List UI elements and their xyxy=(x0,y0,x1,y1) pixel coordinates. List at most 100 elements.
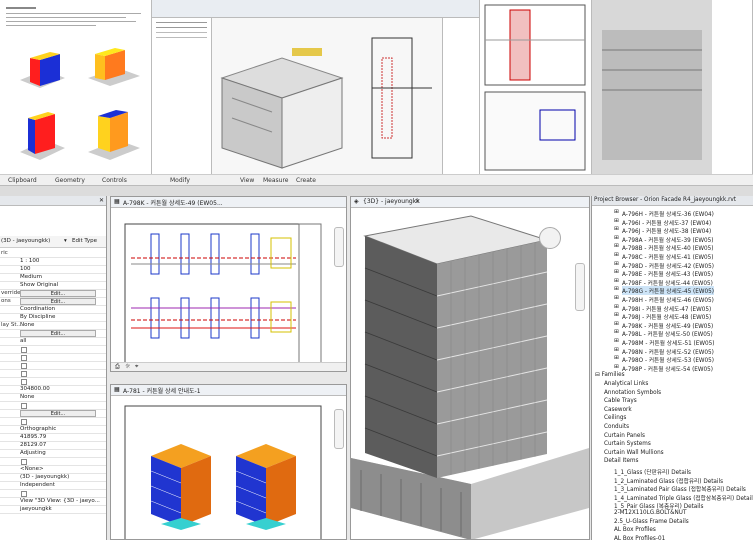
property-value[interactable]: By Discipline xyxy=(20,314,55,320)
expand-icon[interactable]: ⊞ xyxy=(614,338,619,344)
ribbon-controls[interactable]: Controls xyxy=(102,177,127,184)
property-value[interactable]: all xyxy=(20,338,26,344)
browser-sheet-item[interactable]: A-798P - 커튼월 상세도-54 (EW05) xyxy=(622,364,713,373)
property-value[interactable]: 100 xyxy=(20,266,31,272)
property-value[interactable]: <None> xyxy=(20,466,44,472)
collapse-icon[interactable]: ⊟ xyxy=(595,372,600,378)
property-row[interactable]: Edit... xyxy=(0,410,106,418)
property-row[interactable]: jaeyoungkk xyxy=(0,506,106,514)
property-row[interactable] xyxy=(0,418,106,426)
edit-button[interactable]: Edit... xyxy=(20,298,96,305)
property-row[interactable] xyxy=(0,362,106,370)
expand-icon[interactable]: ⊞ xyxy=(614,218,619,224)
checkbox[interactable] xyxy=(21,355,27,361)
property-value[interactable]: None xyxy=(20,394,34,400)
expand-icon[interactable]: ⊞ xyxy=(614,347,619,353)
property-value[interactable]: Medium xyxy=(20,274,42,280)
property-row[interactable] xyxy=(0,490,106,498)
expand-icon[interactable]: ⊞ xyxy=(614,312,619,318)
sun-icon[interactable]: ☼ xyxy=(125,363,130,370)
browser-family-category[interactable]: Annotation Symbols xyxy=(604,390,661,396)
view-tab[interactable]: ▦ A-781 - 커튼월 상세 안내도-1 xyxy=(111,385,346,396)
property-row[interactable]: 100 xyxy=(0,266,106,274)
expand-icon[interactable]: ⊞ xyxy=(614,278,619,284)
property-row[interactable] xyxy=(0,370,106,378)
expand-icon[interactable]: ⊞ xyxy=(614,364,619,370)
property-row[interactable]: verrides Edit... xyxy=(0,290,106,298)
property-value[interactable]: Orthographic xyxy=(20,426,56,432)
browser-families-node[interactable]: ⊟ Families xyxy=(595,372,625,378)
expand-icon[interactable]: ⊞ xyxy=(614,329,619,335)
expand-icon[interactable]: ⊞ xyxy=(614,269,619,275)
property-row[interactable] xyxy=(0,354,106,362)
browser-family-category[interactable]: Detail Items xyxy=(604,458,638,464)
property-row[interactable] xyxy=(0,402,106,410)
edit-button[interactable]: Edit... xyxy=(20,330,96,337)
3d-view[interactable]: ◈ {3D} - jaeyoungkk ✕ xyxy=(350,196,590,540)
close-icon[interactable]: ✕ xyxy=(99,197,104,204)
property-row[interactable]: 41895.79 xyxy=(0,434,106,442)
property-row[interactable]: 1 : 100 xyxy=(0,258,106,266)
navigation-bar[interactable] xyxy=(575,263,585,311)
property-row[interactable]: By Discipline xyxy=(0,314,106,322)
close-icon[interactable]: ✕ xyxy=(415,198,420,205)
property-row[interactable]: 304800.00 xyxy=(0,386,106,394)
property-row[interactable]: ric xyxy=(0,250,106,258)
checkbox[interactable] xyxy=(21,371,27,377)
browser-family-category[interactable]: Analytical Links xyxy=(604,381,648,387)
property-value[interactable]: 304800.00 xyxy=(20,386,50,392)
property-row[interactable]: all xyxy=(0,338,106,346)
property-value[interactable]: 28129.07 xyxy=(20,442,46,448)
property-row[interactable]: <None> xyxy=(0,466,106,474)
property-row[interactable]: lay St... None xyxy=(0,322,106,330)
print-icon[interactable]: ⎙ xyxy=(115,363,120,371)
edit-button[interactable]: Edit... xyxy=(20,410,96,417)
view-tab[interactable]: ▦ A-798K - 커튼월 상세도-49 (EW05... xyxy=(111,197,346,208)
property-row[interactable]: Medium xyxy=(0,274,106,282)
chevron-down-icon[interactable]: ▾ xyxy=(64,238,67,244)
property-row[interactable]: Orthographic xyxy=(0,426,106,434)
navigation-bar[interactable] xyxy=(334,409,344,449)
property-row[interactable]: Independent xyxy=(0,482,106,490)
checkbox[interactable] xyxy=(21,419,27,425)
sheet-view-a798k[interactable]: ▦ A-798K - 커튼월 상세도-49 (EW05... ⎙ ☼ ⌖ xyxy=(110,196,347,372)
property-row[interactable]: None xyxy=(0,394,106,402)
expand-icon[interactable]: ⊞ xyxy=(614,235,619,241)
expand-icon[interactable]: ⊞ xyxy=(614,304,619,310)
property-row[interactable]: Edit... xyxy=(0,330,106,338)
browser-family-category[interactable]: Curtain Systems xyxy=(604,441,651,447)
browser-family-category[interactable]: Curtain Panels xyxy=(604,433,645,439)
property-value[interactable]: Show Original xyxy=(20,282,58,288)
expand-icon[interactable]: ⊞ xyxy=(614,226,619,232)
checkbox[interactable] xyxy=(21,459,27,465)
expand-icon[interactable]: ⊞ xyxy=(614,355,619,361)
ribbon-geometry[interactable]: Geometry xyxy=(55,177,85,184)
browser-family-category[interactable]: Casework xyxy=(604,407,632,413)
expand-icon[interactable]: ⊞ xyxy=(614,295,619,301)
navigation-bar[interactable] xyxy=(334,227,344,267)
property-value[interactable]: Independent xyxy=(20,482,55,488)
crop-icon[interactable]: ⌖ xyxy=(135,363,138,371)
checkbox[interactable] xyxy=(21,379,27,385)
checkbox[interactable] xyxy=(21,347,27,353)
property-value[interactable]: Adjusting xyxy=(20,450,46,456)
type-selector[interactable]: (3D - jaeyoungkk) xyxy=(1,238,50,244)
ribbon-modify[interactable]: Modify xyxy=(170,177,190,184)
property-value[interactable]: jaeyoungkk xyxy=(20,506,52,512)
property-row[interactable]: Coordination xyxy=(0,306,106,314)
expand-icon[interactable]: ⊞ xyxy=(614,321,619,327)
property-value[interactable]: (3D - jaeyoungkk) xyxy=(20,474,69,480)
checkbox[interactable] xyxy=(21,363,27,369)
edit-type-button[interactable]: Edit Type xyxy=(72,238,97,244)
property-row[interactable]: 28129.07 xyxy=(0,442,106,450)
expand-icon[interactable]: ⊞ xyxy=(614,252,619,258)
property-row[interactable]: ons Edit... xyxy=(0,298,106,306)
viewcube-icon[interactable] xyxy=(539,227,561,249)
ribbon-create[interactable]: Create xyxy=(296,177,316,184)
browser-family-category[interactable]: Conduits xyxy=(604,424,629,430)
edit-button[interactable]: Edit... xyxy=(20,290,96,297)
expand-icon[interactable]: ⊞ xyxy=(614,243,619,249)
property-row[interactable]: View "3D View: {3D - jaeyo... xyxy=(0,498,106,506)
property-row[interactable]: Adjusting xyxy=(0,450,106,458)
expand-icon[interactable]: ⊞ xyxy=(614,261,619,267)
